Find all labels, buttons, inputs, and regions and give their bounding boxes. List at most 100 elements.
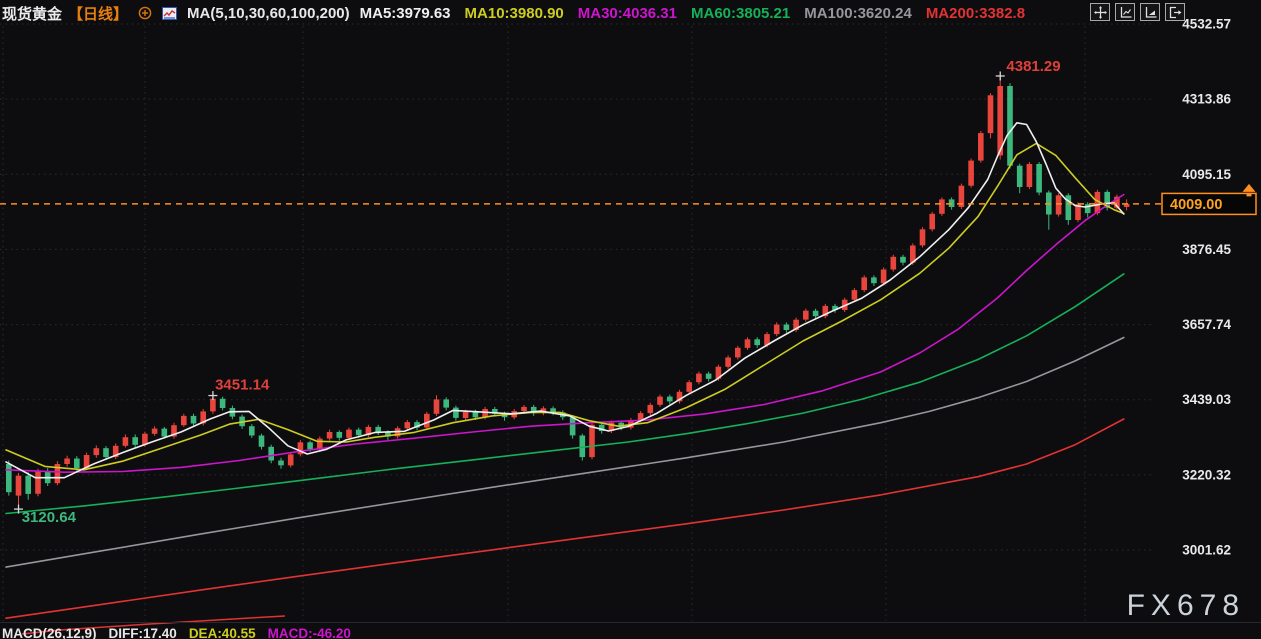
macd-dea-label: DEA:40.55 <box>188 626 256 639</box>
ma-legend-item: MA60:3805.21 <box>691 4 791 22</box>
ma-legend-item: MA5:3979.63 <box>359 4 451 22</box>
axis-price-label: 3876.45 <box>1182 242 1231 257</box>
candle-body <box>336 432 343 438</box>
axis-scale-right-button[interactable] <box>1140 3 1160 21</box>
price-annotation: 4381.29 <box>1006 58 1060 75</box>
pane-divider <box>0 622 1261 623</box>
ma-legend-item: MA10:3980.90 <box>464 4 564 22</box>
candle-body <box>219 398 226 408</box>
candle-body <box>424 413 430 428</box>
candle-body <box>190 415 197 424</box>
candlestick-chart[interactable]: 3120.64 3451.14 4381.29 4532.57 4313.86 4095.… <box>0 0 1261 639</box>
candle-body <box>346 429 352 438</box>
candle-body <box>1026 164 1033 187</box>
candle-body <box>569 417 576 436</box>
candle-body <box>968 160 974 186</box>
candle-body <box>880 269 887 284</box>
axis-price-label: 4313.86 <box>1182 92 1231 107</box>
candle-body <box>647 404 654 414</box>
ma-legend: MA5:3979.63 MA10:3980.90 MA30:4036.31 MA60:… <box>360 5 1025 22</box>
chart-toolbar <box>1090 3 1185 21</box>
candle-body <box>161 428 168 437</box>
axis-price-label: 3657.74 <box>1182 317 1231 332</box>
candle-body <box>783 324 790 330</box>
candle-body <box>462 411 469 418</box>
macd-diff-label: DIFF:17.40 <box>108 626 177 639</box>
circle-plus-icon[interactable] <box>138 6 152 20</box>
candle-body <box>287 454 294 466</box>
candle-body <box>472 411 479 418</box>
candle-body <box>705 373 712 379</box>
candle-body <box>307 442 313 450</box>
candle-body <box>1055 195 1062 215</box>
candle-body <box>64 458 70 464</box>
candle-body <box>326 432 333 439</box>
candle-body <box>151 428 158 434</box>
candle-body <box>754 339 760 346</box>
chart-header: 现货黄金 【日线】 MA(5,10,30,60,100,200) MA5:397… <box>2 0 1025 26</box>
candle-body <box>74 458 80 469</box>
candle-body <box>861 277 867 291</box>
candle-body <box>258 435 265 447</box>
candle-body <box>929 213 935 230</box>
axis-price-label: 4095.15 <box>1182 167 1231 182</box>
ma-legend-item: MA200:3382.8 <box>925 4 1026 22</box>
candle-body <box>900 256 906 263</box>
candle-body <box>210 398 216 412</box>
candle-body <box>919 229 926 246</box>
candle-body <box>278 460 284 466</box>
candle-body <box>1036 164 1042 193</box>
ma-params-label: MA(5,10,30,60,100,200) <box>187 4 350 22</box>
extreme-marker-cross <box>995 71 1005 81</box>
grid <box>0 23 1152 621</box>
trading-chart-app: 3120.64 3451.14 4381.29 4532.57 4313.86 4095.… <box>0 0 1261 639</box>
candle-body <box>93 448 100 456</box>
ma-line-MA10 <box>5 142 1125 471</box>
candle-body <box>404 422 411 429</box>
axis-price-label: 3220.32 <box>1182 467 1231 482</box>
candle-body <box>589 424 595 458</box>
candle-body <box>657 396 663 405</box>
pan-move-button[interactable] <box>1090 3 1110 21</box>
candle-body <box>686 382 692 392</box>
candle-body <box>268 446 274 461</box>
candle-body <box>803 310 809 320</box>
symbol-title: 现货黄金 <box>2 5 63 23</box>
candle-body <box>735 347 741 358</box>
candle-body <box>443 399 449 408</box>
candle-body <box>433 399 440 414</box>
price-arrow-tail <box>1246 192 1252 197</box>
candle-body <box>812 310 819 317</box>
ma-line-MA60 <box>5 273 1125 515</box>
candle-body <box>773 324 780 335</box>
candle-body <box>15 475 22 496</box>
candle-body <box>103 448 109 458</box>
candle-body <box>696 373 702 383</box>
ma-line-MA100 <box>5 336 1125 568</box>
candle-body <box>851 290 858 300</box>
price-up-arrow-icon <box>1242 183 1256 192</box>
candle-body <box>355 429 362 436</box>
candle-body <box>725 357 731 367</box>
price-annotation: 3120.64 <box>22 509 77 526</box>
candle-body <box>6 464 12 493</box>
candle-body <box>122 437 129 446</box>
ma-legend-item: MA30:4036.31 <box>577 4 677 22</box>
candle-body <box>181 415 187 426</box>
macd-macd-label: MACD:-46.20 <box>267 626 351 639</box>
candle-body <box>978 133 984 161</box>
candle-body <box>521 406 527 411</box>
axis-scale-left-button[interactable] <box>1115 3 1135 21</box>
ma-legend-item: MA100:3620.24 <box>804 4 912 22</box>
candle-body <box>132 437 138 445</box>
candle-body <box>871 277 877 284</box>
indicator-chart-icon[interactable] <box>162 6 178 20</box>
timeframe-label: 【日线】 <box>68 5 129 23</box>
candle-body <box>1007 86 1013 166</box>
axis-price-label: 3001.62 <box>1182 543 1231 558</box>
price-annotation: 3451.14 <box>215 377 270 394</box>
candle-body <box>744 339 751 348</box>
exit-fullscreen-button[interactable] <box>1165 3 1185 21</box>
watermark: FX678 <box>1126 589 1245 622</box>
candle-body <box>25 475 31 494</box>
